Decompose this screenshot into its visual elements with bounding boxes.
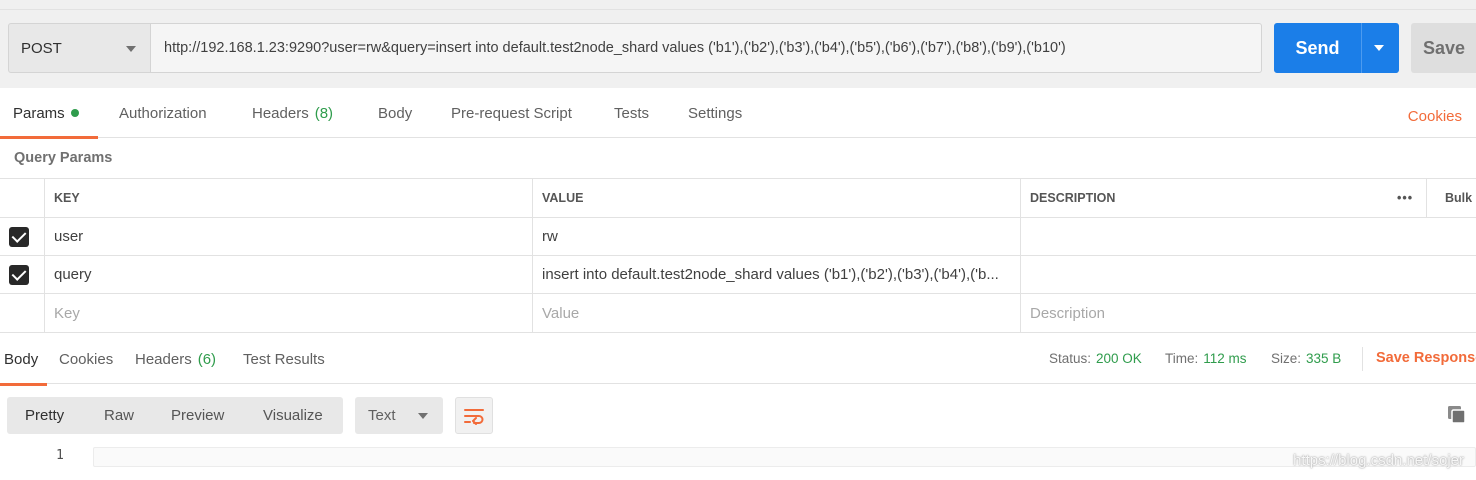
tab-tests[interactable]: Tests [614,88,649,138]
row-checkbox[interactable] [9,226,29,247]
watermark: https://blog.csdn.net/sojer [1293,452,1464,469]
tab-headers-count: (8) [314,104,334,122]
line-number: 1 [56,448,64,463]
tab-response-headers-label: Headers [135,350,192,368]
mode-visualize[interactable]: Visualize [263,397,323,434]
tab-test-results[interactable]: Test Results [243,333,325,385]
response-status: Status: 200 OK [1049,333,1142,383]
time-value: 112 ms [1203,350,1247,366]
send-options-chevron-icon[interactable] [1374,45,1384,51]
tab-prerequest-script[interactable]: Pre-request Script [451,88,572,138]
query-params-title: Query Params [14,150,113,166]
tab-params[interactable]: Params [0,88,98,139]
time-label: Time: [1165,350,1199,366]
size-value: 335 B [1306,350,1342,366]
param-description[interactable] [1020,218,1476,255]
request-bar: POST http://192.168.1.23:9290?user=rw&qu… [0,0,1476,88]
table-row-new: Key Value Description [0,293,1476,332]
method-select[interactable]: POST [8,23,151,73]
tab-headers-label: Headers [252,104,309,122]
mode-pretty[interactable]: Pretty [25,397,64,434]
response-size: Size: 335 B [1271,333,1341,383]
tab-strip [0,0,1476,10]
request-tabs: Params Authorization Headers (8) Body Pr… [0,88,1476,139]
tab-authorization[interactable]: Authorization [119,88,207,138]
more-options-icon[interactable]: ••• [1388,179,1426,217]
tab-settings[interactable]: Settings [688,88,742,138]
new-key-input[interactable]: Key [44,294,532,332]
new-value-input[interactable]: Value [532,294,1021,332]
save-response-button[interactable]: Save Response [1376,333,1476,383]
cookies-link[interactable]: Cookies [1408,88,1462,144]
send-label: Send [1295,37,1340,58]
mode-preview[interactable]: Preview [171,397,224,434]
table-row: query insert into default.test2node_shar… [0,255,1476,293]
tab-response-body[interactable]: Body [0,333,48,386]
new-description-input[interactable]: Description [1020,294,1476,332]
tab-response-headers[interactable]: Headers (6) [135,333,216,385]
method-label: POST [21,39,62,57]
url-input[interactable]: http://192.168.1.23:9290?user=rw&query=i… [151,23,1262,73]
row-checkbox-cell [0,256,44,293]
send-button[interactable]: Send [1274,23,1399,73]
status-value: 200 OK [1096,350,1142,366]
format-select[interactable]: Text [355,397,443,434]
tab-response-headers-count: (6) [197,350,217,368]
tab-response-cookies[interactable]: Cookies [59,333,113,385]
column-header-value: VALUE [532,179,1021,217]
param-key[interactable]: query [44,256,532,293]
mode-raw[interactable]: Raw [104,397,134,434]
table-header-row: KEY VALUE DESCRIPTION ••• Bulk [0,178,1476,217]
save-button[interactable]: Save [1411,23,1476,73]
response-tabs: Body Cookies Headers (6) Test Results St… [0,332,1476,386]
wrap-lines-icon [464,408,484,425]
column-header-description: DESCRIPTION [1020,179,1385,217]
bulk-edit-link[interactable]: Bulk [1426,179,1476,217]
tab-params-label: Params [13,104,65,122]
param-key[interactable]: user [44,218,532,255]
chevron-down-icon [418,413,428,419]
response-editor[interactable] [93,447,1476,467]
param-value[interactable]: rw [532,218,1021,255]
divider [1362,347,1363,371]
row-checkbox-cell [0,218,44,255]
copy-icon[interactable] [1446,404,1468,426]
send-divider [1361,23,1362,73]
param-value[interactable]: insert into default.test2node_shard valu… [532,256,1021,293]
tab-body[interactable]: Body [378,88,412,138]
format-label: Text [368,407,396,424]
row-checkbox[interactable] [9,264,29,285]
response-time: Time: 112 ms [1165,333,1247,383]
param-description[interactable] [1020,256,1476,293]
status-label: Status: [1049,350,1092,366]
response-view-modes: Pretty Raw Preview Visualize [7,397,343,434]
tab-headers[interactable]: Headers (8) [252,88,333,138]
table-row: user rw [0,217,1476,255]
chevron-down-icon [126,46,136,52]
column-header-key: KEY [44,179,532,217]
size-label: Size: [1271,350,1302,366]
params-active-dot-icon [70,109,79,117]
wrap-lines-button[interactable] [455,397,493,434]
